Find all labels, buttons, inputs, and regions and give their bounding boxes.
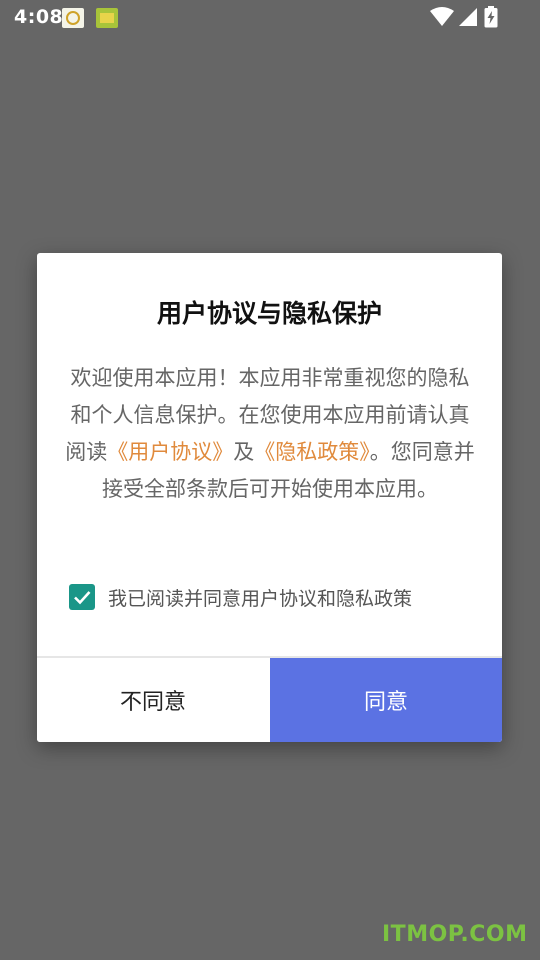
watermark: ITMOP.COM [382, 922, 528, 947]
user-agreement-link[interactable]: 《用户协议》 [107, 440, 233, 464]
dialog-message: 欢迎使用本应用！本应用非常重视您的隐私和个人信息保护。在您使用本应用前请认真阅读… [65, 360, 475, 508]
check-icon [74, 591, 91, 605]
privacy-dialog: 用户协议与隐私保护 欢迎使用本应用！本应用非常重视您的隐私和个人信息保护。在您使… [37, 253, 502, 742]
app-notification-icon [62, 8, 84, 28]
privacy-policy-link[interactable]: 《隐私政策》 [254, 440, 370, 464]
consent-row[interactable]: 我已阅读并同意用户协议和隐私政策 [69, 582, 412, 612]
dialog-title: 用户协议与隐私保护 [156, 299, 382, 328]
battery-charging-icon [484, 6, 498, 28]
status-bar: 4:08 [0, 0, 540, 36]
agree-button[interactable]: 同意 [270, 658, 502, 742]
app-notification-icon [96, 8, 118, 28]
consent-checkbox[interactable] [69, 584, 95, 610]
status-time: 4:08 [14, 6, 64, 28]
consent-label[interactable]: 我已阅读并同意用户协议和隐私政策 [108, 584, 412, 611]
message-conjunction: 及 [233, 440, 255, 464]
signal-icon [459, 8, 477, 26]
disagree-button[interactable]: 不同意 [37, 658, 269, 742]
wifi-icon [430, 7, 454, 26]
